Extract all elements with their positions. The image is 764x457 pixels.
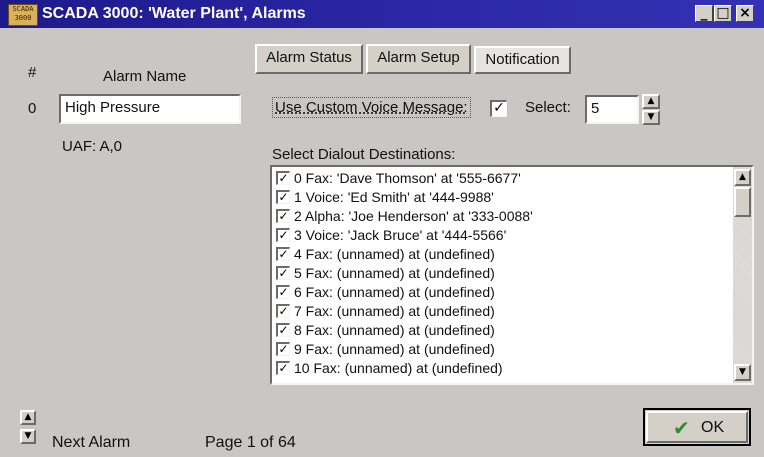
- maximize-button[interactable]: □: [714, 5, 732, 22]
- window-title: SCADA 3000: 'Water Plant', Alarms: [42, 5, 306, 22]
- select-value-field[interactable]: 5: [585, 95, 639, 124]
- prev-alarm-button[interactable]: ▲: [20, 410, 36, 425]
- tab-alarm-status[interactable]: Alarm Status: [255, 44, 363, 74]
- minimize-button[interactable]: _: [695, 5, 713, 22]
- select-label: Select:: [525, 99, 571, 116]
- destinations-items: ✓ 0 Fax: 'Dave Thomson' at '555-6677' ✓ 1 V…: [272, 167, 732, 383]
- arrow-up-icon: ▲: [24, 412, 32, 422]
- destination-label: 6 Fax: (unnamed) at (undefined): [294, 284, 495, 300]
- destination-label: 3 Voice: 'Jack Bruce' at '444-5566': [294, 227, 507, 243]
- select-spin-up-button[interactable]: ▲: [642, 94, 660, 109]
- destinations-label: Select Dialout Destinations:: [272, 146, 456, 163]
- destination-checkbox[interactable]: ✓: [276, 266, 290, 280]
- destination-checkbox[interactable]: ✓: [276, 361, 290, 375]
- destination-label: 1 Voice: 'Ed Smith' at '444-9988': [294, 189, 494, 205]
- ok-label: OK: [701, 419, 725, 436]
- number-column-header: #: [28, 64, 37, 81]
- destinations-scrollbar[interactable]: ▲ ▼: [733, 167, 752, 383]
- ok-button[interactable]: ✔ OK: [643, 408, 751, 446]
- alarm-number: 0: [28, 100, 37, 117]
- destination-checkbox[interactable]: ✓: [276, 342, 290, 356]
- destination-label: 9 Fax: (unnamed) at (undefined): [294, 341, 495, 357]
- scroll-up-button[interactable]: ▲: [734, 169, 751, 186]
- uaf-label: UAF: A,0: [62, 138, 123, 155]
- next-alarm-button[interactable]: ▼: [20, 429, 36, 444]
- tab-notification[interactable]: Notification: [474, 46, 571, 74]
- custom-voice-label[interactable]: Use Custom Voice Message:: [272, 97, 471, 118]
- close-button[interactable]: ×: [736, 5, 754, 22]
- destination-checkbox[interactable]: ✓: [276, 304, 290, 318]
- checkmark-icon: ✔: [673, 416, 690, 440]
- ok-button-bevel: [646, 411, 748, 443]
- arrow-down-icon: ▼: [24, 431, 32, 441]
- destinations-list[interactable]: ✓ 0 Fax: 'Dave Thomson' at '555-6677' ✓ 1 V…: [270, 165, 754, 385]
- arrow-down-icon: ▼: [739, 367, 746, 377]
- scada-app-icon[interactable]: SCADA 3000: [8, 4, 38, 26]
- destination-checkbox[interactable]: ✓: [276, 190, 290, 204]
- destination-label: 5 Fax: (unnamed) at (undefined): [294, 265, 495, 281]
- scroll-down-button[interactable]: ▼: [734, 364, 751, 381]
- destination-label: 4 Fax: (unnamed) at (undefined): [294, 246, 495, 262]
- custom-voice-checkbox[interactable]: ✓: [490, 100, 507, 117]
- tab-alarm-setup[interactable]: Alarm Setup: [366, 44, 471, 74]
- alarm-name-column-header: Alarm Name: [103, 68, 187, 85]
- alarm-name-field[interactable]: High Pressure: [59, 94, 241, 124]
- destination-label: 7 Fax: (unnamed) at (undefined): [294, 303, 495, 319]
- arrow-down-icon: ▼: [647, 112, 655, 122]
- destination-checkbox[interactable]: ✓: [276, 209, 290, 223]
- destination-checkbox[interactable]: ✓: [276, 247, 290, 261]
- destination-checkbox[interactable]: ✓: [276, 228, 290, 242]
- destination-label: 10 Fax: (unnamed) at (undefined): [294, 360, 503, 376]
- destination-label: 0 Fax: 'Dave Thomson' at '555-6677': [294, 170, 521, 186]
- scroll-thumb[interactable]: [734, 187, 751, 217]
- page-indicator: Page 1 of 64: [205, 434, 296, 451]
- destination-label: 8 Fax: (unnamed) at (undefined): [294, 322, 495, 338]
- arrow-up-icon: ▲: [647, 96, 655, 106]
- destination-checkbox[interactable]: ✓: [276, 171, 290, 185]
- next-alarm-label: Next Alarm: [52, 434, 131, 451]
- destination-checkbox[interactable]: ✓: [276, 285, 290, 299]
- select-spin-down-button[interactable]: ▼: [642, 110, 660, 125]
- destination-checkbox[interactable]: ✓: [276, 323, 290, 337]
- destination-label: 2 Alpha: 'Joe Henderson' at '333-0088': [294, 208, 533, 224]
- arrow-up-icon: ▲: [739, 172, 746, 182]
